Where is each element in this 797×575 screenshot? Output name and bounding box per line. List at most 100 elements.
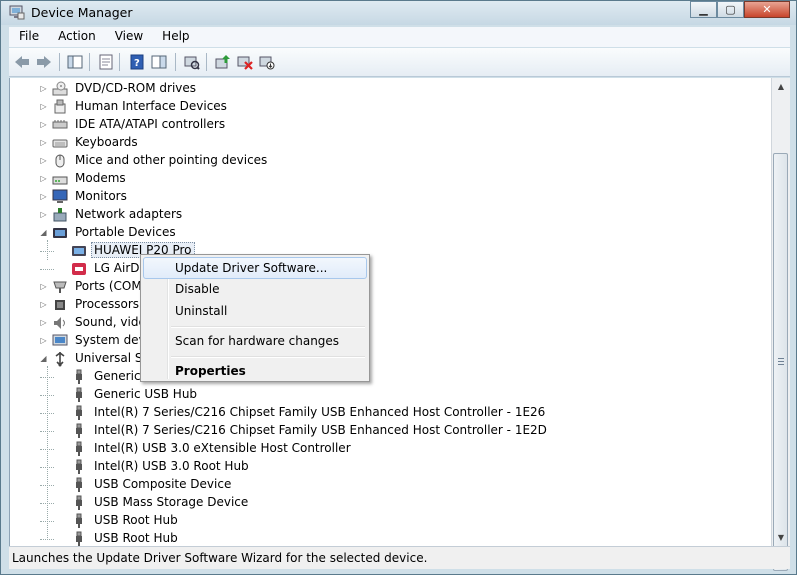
tree-item-label: USB Root Hub: [94, 531, 178, 545]
tree-category[interactable]: ▷ Human Interface Devices: [10, 98, 750, 116]
expanded-arrow-icon[interactable]: ◢: [39, 354, 48, 363]
collapsed-arrow-icon[interactable]: ▷: [39, 210, 48, 219]
menu-view[interactable]: View: [105, 27, 152, 47]
collapsed-arrow-icon[interactable]: ▷: [39, 102, 48, 111]
tree-category[interactable]: ▷ IDE ATA/ATAPI controllers: [10, 116, 750, 134]
uninstall-menu-item[interactable]: Uninstall: [143, 300, 367, 322]
minimize-icon: ▁: [699, 3, 708, 16]
close-icon: ✕: [762, 3, 772, 16]
help-button[interactable]: ?: [128, 53, 146, 71]
tree-category[interactable]: ▷ Ports (COM: [10, 278, 750, 296]
device-manager-icon: [9, 5, 25, 20]
scroll-up-button[interactable]: ▲: [772, 78, 790, 95]
collapsed-arrow-icon[interactable]: ▷: [39, 192, 48, 201]
processor-icon: [52, 297, 68, 313]
disable-menu-item[interactable]: Disable: [143, 278, 367, 300]
tree-device[interactable]: USB Root Hub: [10, 530, 750, 546]
scroll-grip-icon: [778, 361, 784, 362]
menu-file[interactable]: File: [9, 27, 48, 47]
tree-connector: [40, 395, 54, 396]
disable-icon: [259, 56, 275, 70]
tree-category[interactable]: ▷ DVD/CD-ROM drives: [10, 80, 750, 98]
update-driver-label: Update Driver Software...: [175, 261, 328, 275]
keyboard-icon: [52, 135, 68, 151]
maximize-button[interactable]: ▢: [717, 1, 744, 18]
scroll-thumb[interactable]: [773, 153, 788, 571]
collapsed-arrow-icon[interactable]: ▷: [39, 282, 48, 291]
tree-device[interactable]: LG AirDri: [10, 260, 750, 278]
collapsed-arrow-icon[interactable]: ▷: [39, 156, 48, 165]
collapsed-arrow-icon[interactable]: ▷: [39, 336, 48, 345]
tree-category[interactable]: ▷ Modems: [10, 170, 750, 188]
tree-device[interactable]: Intel(R) USB 3.0 eXtensible Host Control…: [10, 440, 750, 458]
tree-device[interactable]: USB Root Hub: [10, 512, 750, 530]
properties-button[interactable]: [97, 53, 115, 71]
tree-device[interactable]: USB Composite Device: [10, 476, 750, 494]
tree-device[interactable]: Generic U: [10, 368, 750, 386]
hid-icon: [52, 99, 68, 115]
collapsed-arrow-icon[interactable]: ▷: [39, 300, 48, 309]
tree-category[interactable]: ▷ Sound, video: [10, 314, 750, 332]
scan-hardware-button[interactable]: [183, 53, 201, 71]
collapsed-arrow-icon[interactable]: ▷: [39, 84, 48, 93]
toolbar: ?: [9, 48, 790, 77]
tree-connector: [40, 431, 54, 432]
show-action-pane-button[interactable]: [150, 53, 168, 71]
portable-devices-icon: [52, 225, 68, 241]
title-bar[interactable]: Device Manager ▁ ▢ ✕: [1, 1, 796, 25]
network-adapter-icon: [52, 207, 68, 223]
tree-connector: [40, 521, 54, 522]
scroll-down-button[interactable]: ▼: [772, 529, 790, 546]
tree-item-label: USB Composite Device: [94, 477, 232, 491]
collapsed-arrow-icon[interactable]: ▷: [39, 174, 48, 183]
menu-action[interactable]: Action: [48, 27, 105, 47]
scroll-up-arrow-icon: ▲: [777, 82, 785, 91]
update-driver-button[interactable]: [214, 53, 232, 71]
tree-device[interactable]: Generic USB Hub: [10, 386, 750, 404]
toolbar-separator: [175, 53, 176, 71]
menu-help[interactable]: Help: [152, 27, 198, 47]
update-driver-menu-item[interactable]: Update Driver Software...: [143, 257, 367, 279]
properties-menu-item[interactable]: Properties: [143, 360, 367, 382]
tree-device[interactable]: Intel(R) USB 3.0 Root Hub: [10, 458, 750, 476]
tree-category[interactable]: ▷ Network adapters: [10, 206, 750, 224]
forward-button[interactable]: [35, 53, 53, 71]
device-tree[interactable]: ▷ DVD/CD-ROM drives ▷ Human Interface Devic…: [9, 78, 772, 546]
tree-category[interactable]: ◢ Universal Ser: [10, 350, 750, 368]
vertical-scrollbar[interactable]: ▲ ▼: [771, 78, 790, 571]
scan-hardware-menu-item[interactable]: Scan for hardware changes: [143, 330, 367, 352]
toolbar-separator: [119, 53, 120, 71]
tree-category[interactable]: ▷ Keyboards: [10, 134, 750, 152]
minimize-button[interactable]: ▁: [690, 1, 717, 18]
collapsed-arrow-icon[interactable]: ▷: [39, 138, 48, 147]
forward-icon: [37, 56, 51, 68]
tree-item-label: Intel(R) 7 Series/C216 Chipset Family US…: [94, 423, 547, 437]
caption-buttons: ▁ ▢ ✕: [690, 1, 790, 19]
tree-device[interactable]: Intel(R) 7 Series/C216 Chipset Family US…: [10, 422, 750, 440]
ide-controller-icon: [52, 117, 68, 133]
tree-device[interactable]: Intel(R) 7 Series/C216 Chipset Family US…: [10, 404, 750, 422]
collapsed-arrow-icon[interactable]: ▷: [39, 318, 48, 327]
tree-category[interactable]: ◢ Portable Devices: [10, 224, 750, 242]
uninstall-button[interactable]: [236, 53, 254, 71]
tree-device[interactable]: HUAWEI P20 Pro: [10, 242, 750, 260]
window-title: Device Manager: [31, 5, 133, 20]
tree-category[interactable]: ▷ System devic: [10, 332, 750, 350]
tree-item-label: Intel(R) USB 3.0 eXtensible Host Control…: [94, 441, 351, 455]
close-button[interactable]: ✕: [744, 1, 790, 18]
show-hide-console-tree-button[interactable]: [66, 53, 84, 71]
tree-item-label: USB Mass Storage Device: [94, 495, 249, 509]
expanded-arrow-icon[interactable]: ◢: [39, 228, 48, 237]
tree-device[interactable]: USB Mass Storage Device: [10, 494, 750, 512]
tree-connector: [40, 449, 54, 450]
tree-category[interactable]: ▷ Processors: [10, 296, 750, 314]
usb-controller-icon: [52, 351, 68, 367]
tree-item-label: DVD/CD-ROM drives: [75, 81, 197, 95]
back-button[interactable]: [13, 53, 31, 71]
tree-category[interactable]: ▷ Mice and other pointing devices: [10, 152, 750, 170]
tree-category[interactable]: ▷ Monitors: [10, 188, 750, 206]
collapsed-arrow-icon[interactable]: ▷: [39, 120, 48, 129]
disable-button[interactable]: [258, 53, 276, 71]
phone-device-icon: [71, 243, 87, 259]
usb-plug-icon: [71, 513, 87, 529]
